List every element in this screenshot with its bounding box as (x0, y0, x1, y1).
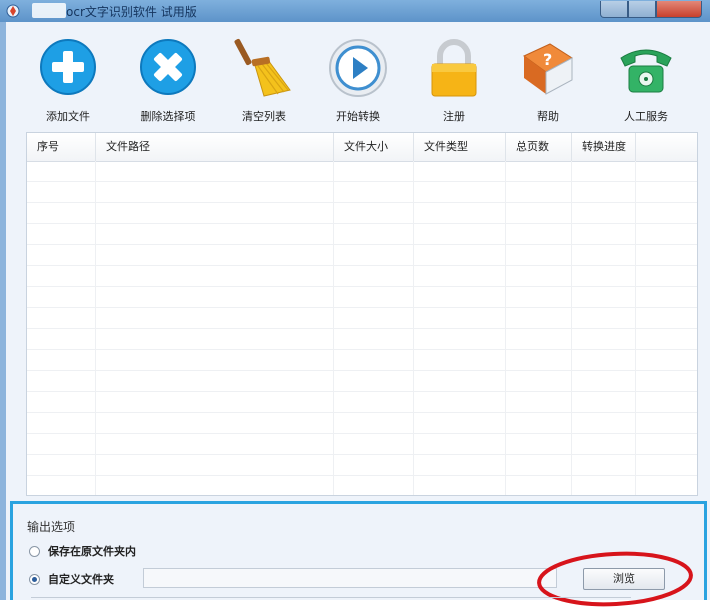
table-header: 序号 文件路径 文件大小 文件类型 总页数 转换进度 (27, 133, 697, 162)
help-book-icon: ? (523, 43, 573, 95)
output-folder-path-input[interactable] (143, 568, 557, 588)
add-file-button[interactable]: 添加文件 (26, 28, 110, 128)
help-button[interactable]: ? 帮助 (506, 28, 590, 128)
title-redaction (32, 3, 66, 18)
column-header-progress[interactable]: 转换进度 (572, 133, 636, 161)
toolbar: 添加文件 删除选择项 清空列表 开始转换 注册 ? 帮助 人工服务 (14, 28, 704, 128)
custom-folder-label: 自定义文件夹 (48, 573, 114, 586)
panel-bottom-divider (31, 597, 631, 604)
manual-service-button[interactable]: 人工服务 (604, 28, 688, 128)
output-options-panel: 输出选项 保存在原文件夹内 自定义文件夹 浏览 (10, 501, 707, 607)
output-options-title: 输出选项 (27, 520, 76, 534)
svg-text:?: ? (543, 50, 552, 69)
maximize-button[interactable] (628, 1, 656, 18)
start-convert-label: 开始转换 (336, 110, 380, 123)
broom-icon (234, 38, 291, 97)
column-header-file-path[interactable]: 文件路径 (96, 133, 334, 161)
register-button[interactable]: 注册 (412, 28, 496, 128)
column-header-file-type[interactable]: 文件类型 (414, 133, 506, 161)
clear-list-button[interactable]: 清空列表 (222, 28, 306, 128)
close-button[interactable] (656, 1, 702, 18)
delete-selection-button[interactable]: 删除选择项 (126, 28, 210, 128)
manual-service-label: 人工服务 (624, 110, 668, 123)
radio-unchecked-icon[interactable] (29, 545, 40, 557)
column-header-index[interactable]: 序号 (27, 133, 96, 161)
add-file-label: 添加文件 (46, 110, 90, 123)
window-title: ocr文字识别软件 试用版 (66, 5, 197, 19)
radio-checked-icon[interactable] (29, 573, 40, 585)
minimize-icon (601, 1, 627, 17)
plus-icon (40, 39, 96, 95)
radio-save-original-folder[interactable]: 保存在原文件夹内 (29, 542, 136, 560)
maximize-icon (629, 1, 655, 17)
column-header-total-pages[interactable]: 总页数 (506, 133, 572, 161)
phone-icon (620, 49, 672, 93)
start-convert-button[interactable]: 开始转换 (316, 28, 400, 128)
column-header-file-size[interactable]: 文件大小 (334, 133, 414, 161)
radio-custom-folder[interactable]: 自定义文件夹 (29, 570, 114, 588)
table-body (27, 161, 697, 495)
lock-icon (431, 39, 477, 97)
save-original-folder-label: 保存在原文件夹内 (48, 545, 136, 558)
play-icon (329, 39, 387, 97)
clear-list-label: 清空列表 (242, 110, 286, 123)
help-label: 帮助 (537, 110, 559, 123)
delete-icon (140, 39, 196, 95)
minimize-button[interactable] (600, 1, 628, 18)
close-icon (657, 1, 701, 17)
title-bar: ocr文字识别软件 试用版 (0, 0, 710, 22)
window-controls (600, 1, 702, 19)
register-label: 注册 (443, 110, 465, 123)
app-logo-icon (6, 4, 20, 18)
file-list-table[interactable]: 序号 文件路径 文件大小 文件类型 总页数 转换进度 (26, 132, 698, 496)
delete-selection-label: 删除选择项 (140, 110, 196, 123)
